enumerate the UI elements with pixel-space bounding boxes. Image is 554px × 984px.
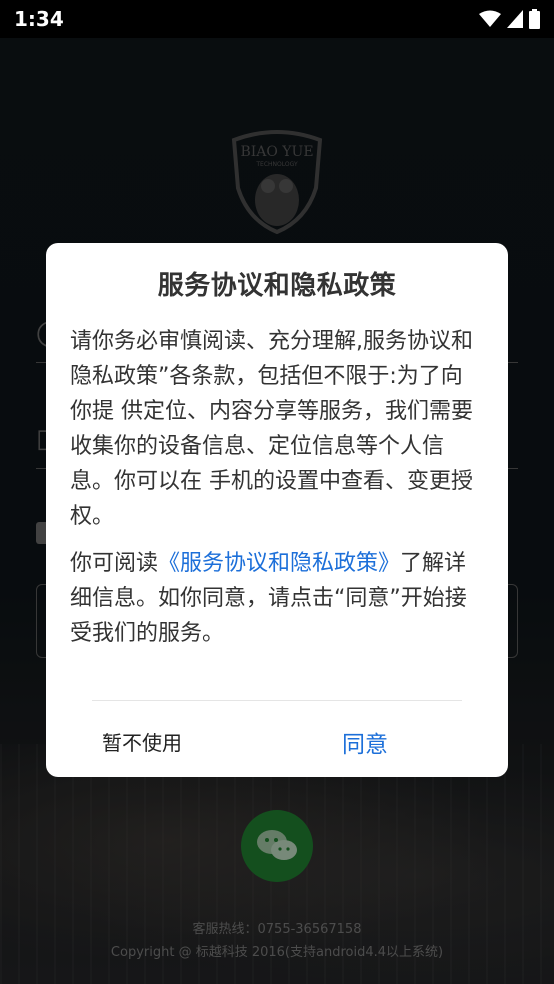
deny-button[interactable]: 暂不使用	[98, 723, 186, 760]
privacy-dialog: 服务协议和隐私政策 请你务必审慎阅读、充分理解,服务协议和隐私政策”各条款，包括…	[46, 243, 508, 777]
wifi-icon	[479, 10, 501, 27]
status-bar: 1:34	[0, 0, 554, 38]
signal-icon	[507, 10, 523, 28]
status-time: 1:34	[14, 7, 64, 31]
paragraph2-prefix: 你可阅读	[70, 551, 159, 576]
app-screen: 1:34 BIAO YUE TECHNOLOGY ◯ □	[0, 0, 554, 984]
dialog-title: 服务协议和隐私政策	[157, 271, 397, 301]
agreement-link[interactable]: 《服务协议和隐私政策》	[158, 551, 400, 576]
agree-button[interactable]: 同意	[338, 721, 392, 763]
dialog-paragraph-1: 请你务必审慎阅读、充分理解,服务协议和隐私政策”各条款，包括但不限于:为了向你提…	[70, 329, 473, 529]
status-icons	[479, 9, 540, 29]
battery-icon	[529, 9, 540, 29]
dialog-paragraph-2: 你可阅读《服务协议和隐私政策》了解详细信息。如你同意，请点击“同意”开始接受我们…	[70, 546, 484, 651]
dialog-body: 请你务必审慎阅读、充分理解,服务协议和隐私政策”各条款，包括但不限于:为了向你提…	[70, 324, 484, 651]
dialog-divider	[92, 700, 462, 701]
